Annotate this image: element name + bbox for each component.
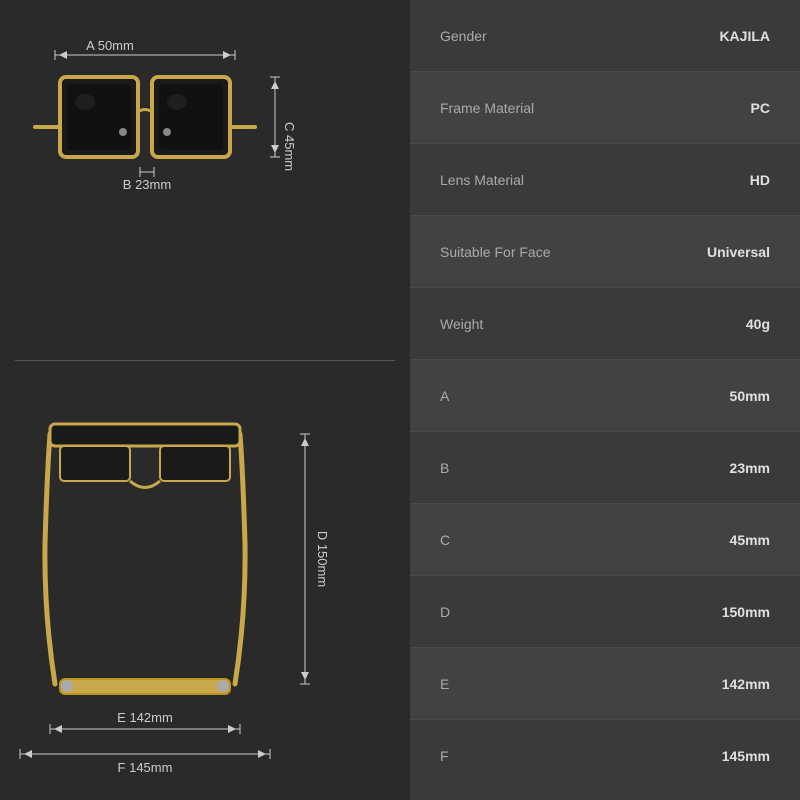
- spec-value: 50mm: [730, 388, 770, 404]
- spec-row-a: A 50mm: [410, 360, 800, 432]
- spec-label: A: [440, 388, 449, 404]
- spec-row-frame-material: Frame Material PC: [410, 72, 800, 144]
- spec-value: 40g: [746, 316, 770, 332]
- spec-row-weight: Weight 40g: [410, 288, 800, 360]
- spec-row-e: E 142mm: [410, 648, 800, 720]
- spec-label: C: [440, 532, 450, 548]
- spec-row-b: B 23mm: [410, 432, 800, 504]
- spec-row-d: D 150mm: [410, 576, 800, 648]
- spec-row-lens-material: Lens Material HD: [410, 144, 800, 216]
- bottom-glasses-section: D 150mm E 142mm: [0, 374, 410, 794]
- spec-label: B: [440, 460, 449, 476]
- spec-value: 45mm: [730, 532, 770, 548]
- spec-value: 145mm: [722, 748, 770, 764]
- spec-row-suitable-for-face: Suitable For Face Universal: [410, 216, 800, 288]
- svg-text:D 150mm: D 150mm: [315, 530, 330, 586]
- spec-label: Lens Material: [440, 172, 524, 188]
- left-panel: A 50mm: [0, 0, 410, 800]
- spec-row-f: F 145mm: [410, 720, 800, 792]
- spec-label: Weight: [440, 316, 483, 332]
- spec-label: F: [440, 748, 449, 764]
- svg-text:B 23mm: B 23mm: [123, 177, 171, 192]
- svg-text:E 142mm: E 142mm: [117, 710, 173, 725]
- spec-value: 150mm: [722, 604, 770, 620]
- spec-label: Frame Material: [440, 100, 534, 116]
- svg-text:A 50mm: A 50mm: [86, 38, 134, 53]
- top-glasses-section: A 50mm: [0, 7, 410, 347]
- spec-label: E: [440, 676, 449, 692]
- right-panel: Gender KAJILA Frame Material PC Lens Materia…: [410, 0, 800, 800]
- spec-value: PC: [751, 100, 770, 116]
- spec-value: 142mm: [722, 676, 770, 692]
- top-glasses-svg: A 50mm: [5, 17, 405, 337]
- spec-row-gender: Gender KAJILA: [410, 0, 800, 72]
- spec-value: 23mm: [730, 460, 770, 476]
- svg-text:C 45mm: C 45mm: [282, 122, 297, 171]
- spec-value: KAJILA: [719, 28, 770, 44]
- spec-label: D: [440, 604, 450, 620]
- svg-text:F 145mm: F 145mm: [118, 760, 173, 774]
- spec-row-c: C 45mm: [410, 504, 800, 576]
- spec-label: Gender: [440, 28, 487, 44]
- spec-value: HD: [750, 172, 770, 188]
- spec-value: Universal: [707, 244, 770, 260]
- bottom-glasses-svg: D 150mm E 142mm: [5, 394, 405, 774]
- spec-label: Suitable For Face: [440, 244, 551, 260]
